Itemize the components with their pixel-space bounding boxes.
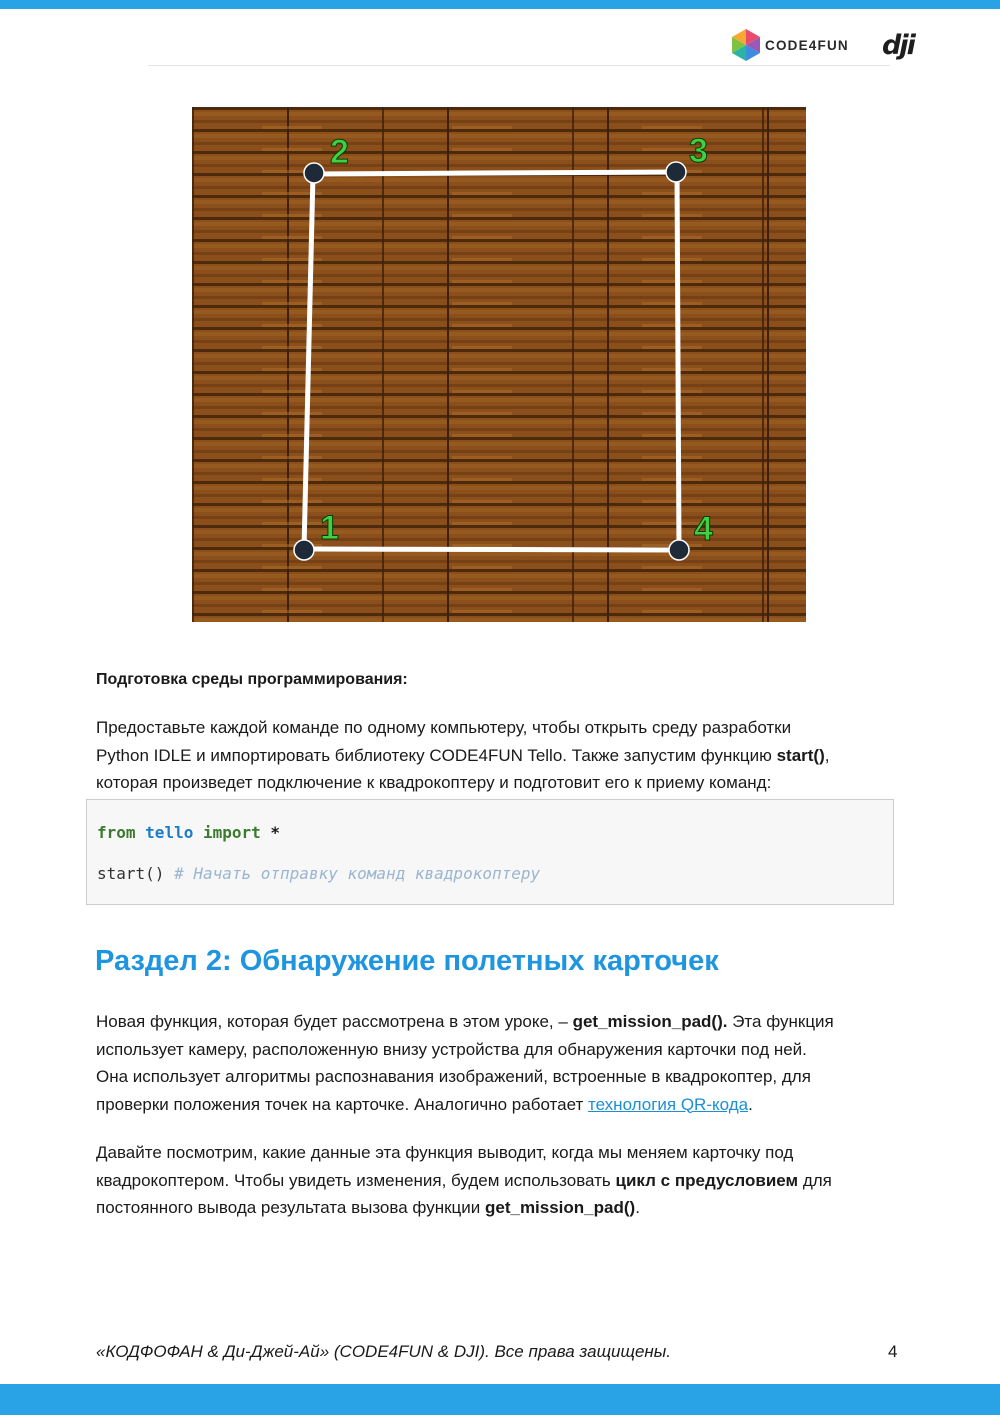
code4fun-logo-text: CODE4FUN bbox=[765, 37, 849, 53]
start-function-name: start() bbox=[776, 745, 825, 765]
p1-line-1-end: Эта функция bbox=[727, 1012, 834, 1031]
module-name: tello bbox=[145, 823, 194, 842]
section-paragraph-2: Давайте посмотрим, какие данные эта функ… bbox=[96, 1139, 911, 1222]
code-comment: # Начать отправку команд квадрокоптеру bbox=[174, 864, 541, 883]
prep-paragraph: Предоставьте каждой команде по одному ко… bbox=[96, 714, 911, 797]
p1-line-4: проверки положения точек на карточке. Ан… bbox=[96, 1094, 588, 1114]
p1-line-3: Она использует алгоритмы распознавания и… bbox=[96, 1067, 811, 1086]
keyword-import: import bbox=[202, 823, 261, 842]
code-block: from tello import * start() # Начать отп… bbox=[86, 799, 894, 905]
code-line-start: start() # Начать отправку команд квадрок… bbox=[97, 864, 540, 883]
get-mission-pad-bold: get_mission_pad(). bbox=[572, 1012, 728, 1031]
mission-pad-figure: 2 3 1 4 bbox=[192, 107, 806, 622]
prep-heading: Подготовка среды программирования: bbox=[96, 671, 408, 688]
get-mission-pad-bold-2: get_mission_pad() bbox=[484, 1198, 636, 1217]
p1-line-2: использует камеру, расположенную внизу у… bbox=[96, 1039, 807, 1059]
bottom-accent-bar bbox=[0, 1384, 1000, 1415]
p1-line-1: Новая функция, которая будет рассмотрена… bbox=[96, 1012, 573, 1031]
import-star: * bbox=[270, 823, 281, 842]
section-title: Раздел 2: Обнаружение полетных карточек bbox=[95, 945, 719, 977]
section-paragraph-1: Новая функция, которая будет рассмотрена… bbox=[96, 1008, 911, 1118]
qr-code-link[interactable]: технология QR-кода bbox=[588, 1095, 748, 1114]
top-accent-bar bbox=[0, 0, 1000, 9]
wood-floor-square-diagram: 2 3 1 4 bbox=[192, 107, 806, 622]
while-loop-bold: цикл с предусловием bbox=[615, 1170, 799, 1190]
prep-line-2-end: , bbox=[824, 745, 830, 765]
prep-line-1: Предоставьте каждой команде по одному ко… bbox=[96, 718, 792, 737]
mission-pad-4 bbox=[668, 539, 690, 561]
code-line-import: from tello import * bbox=[97, 823, 280, 842]
p1-line-4-end: . bbox=[748, 1094, 753, 1114]
code4fun-logo: CODE4FUN bbox=[732, 26, 849, 64]
p2-line-1: Давайте посмотрим, какие данные эта функ… bbox=[96, 1143, 794, 1162]
keyword-from: from bbox=[97, 823, 136, 842]
page-number: 4 bbox=[888, 1342, 898, 1361]
mission-pad-3 bbox=[665, 161, 687, 183]
marker-label-4: 4 bbox=[694, 510, 713, 548]
footer-copyright: «КОДФОФАН & Ди-Джей-Ай» (CODE4FUN & DJI)… bbox=[96, 1342, 672, 1361]
prep-line-2: Python IDLE и импортировать библиотеку C… bbox=[96, 745, 777, 765]
header-divider bbox=[148, 65, 890, 66]
marker-label-3: 3 bbox=[689, 132, 708, 170]
start-call: start() bbox=[97, 864, 165, 883]
marker-label-2: 2 bbox=[330, 133, 349, 171]
hexagon-logo-icon bbox=[732, 29, 760, 61]
p2-line-3: постоянного вывода результата вызова фун… bbox=[96, 1198, 485, 1217]
p2-line-2: квадрокоптером. Чтобы увидеть изменения,… bbox=[96, 1170, 616, 1190]
marker-label-1: 1 bbox=[320, 509, 339, 547]
p2-line-2-end: для bbox=[798, 1170, 832, 1190]
prep-line-3: которая произведет подключение к квадрок… bbox=[96, 773, 772, 792]
mission-pad-1 bbox=[293, 539, 315, 561]
p2-line-3-end: . bbox=[635, 1198, 640, 1217]
mission-pad-2 bbox=[303, 162, 325, 184]
dji-logo: dji bbox=[882, 30, 916, 61]
